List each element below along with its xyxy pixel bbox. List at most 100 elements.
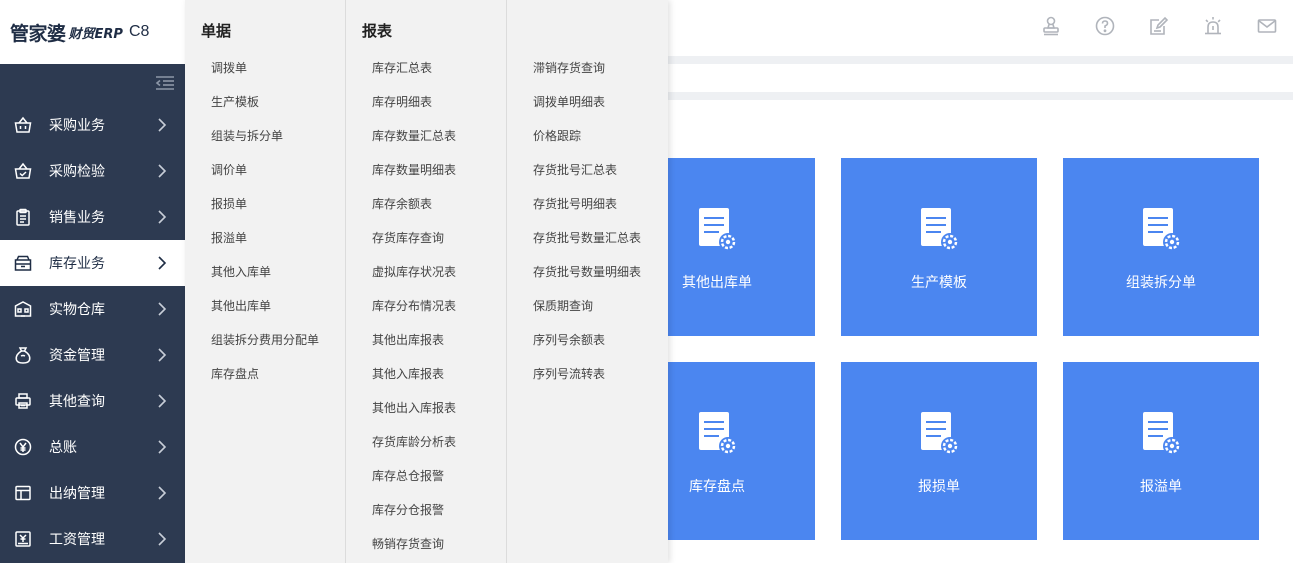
basket-check-icon (14, 162, 32, 180)
menu-link[interactable]: 保质期查询 (507, 289, 668, 323)
sidebar-item-label: 库存业务 (49, 256, 105, 272)
menu-link[interactable]: 虚拟库存状况表 (346, 255, 506, 289)
menu-link[interactable]: 库存总仓报警 (346, 459, 506, 493)
menu-link[interactable]: 其他入库报表 (346, 357, 506, 391)
printer-icon (14, 392, 32, 410)
menu-link[interactable]: 库存数量明细表 (346, 153, 506, 187)
menu-link[interactable]: 生产模板 (185, 85, 345, 119)
menu-link[interactable]: 序列号余额表 (507, 323, 668, 357)
shortcut-tile-label: 报溢单 (1140, 479, 1182, 495)
basket-icon (14, 116, 32, 134)
document-settings-icon (917, 410, 961, 458)
menu-link[interactable]: 其他出入库报表 (346, 391, 506, 425)
menu-link[interactable]: 存货批号汇总表 (507, 153, 668, 187)
sidebar-item[interactable]: 采购检验 (0, 148, 185, 194)
menu-link[interactable]: 畅销存货查询 (346, 527, 506, 561)
menu-link[interactable]: 存货库存查询 (346, 221, 506, 255)
menu-link[interactable]: 存货批号明细表 (507, 187, 668, 221)
sidebar-item[interactable]: 实物仓库 (0, 286, 185, 332)
warehouse-icon (14, 300, 32, 318)
menu-link[interactable]: 组装与拆分单 (185, 119, 345, 153)
menu-link[interactable]: 滞销存货查询 (507, 51, 668, 85)
chevron-right-icon (157, 485, 167, 501)
tabs-bar (668, 64, 1293, 92)
alarm-icon[interactable] (1203, 14, 1223, 38)
shortcut-tile-label: 报损单 (918, 479, 960, 495)
sidebar-item[interactable]: 总账 (0, 424, 185, 470)
sidebar-item-label: 出纳管理 (49, 486, 105, 502)
inventory-icon (14, 254, 32, 272)
menu-link[interactable]: 序列号流转表 (507, 357, 668, 391)
clipboard-icon (14, 208, 32, 226)
sidebar-item[interactable]: 工资管理 (0, 516, 185, 562)
app-root: 管家婆 财贸ERP C8 采购业务采购检验销售业务库存业务实物仓库资金管理其他查… (0, 0, 1293, 563)
logo-version: C8 (128, 23, 150, 40)
menu-link[interactable]: 库存明细表 (346, 85, 506, 119)
sidebar-item[interactable]: 其他查询 (0, 378, 185, 424)
document-settings-icon (1139, 206, 1183, 254)
menu-column-reports-more: 滞销存货查询 调拨单明细表 价格跟踪 存货批号汇总表 存货批号明细表 存货批号数量汇总表存… (507, 0, 668, 563)
help-icon[interactable] (1095, 14, 1115, 38)
chevron-right-icon (157, 255, 167, 271)
sidebar-item-label: 采购检验 (49, 164, 105, 180)
header-toolbar (1041, 14, 1277, 38)
chevron-right-icon (157, 209, 167, 225)
chevron-right-icon (157, 301, 167, 317)
document-settings-icon (917, 206, 961, 254)
chevron-right-icon (157, 163, 167, 179)
shortcut-tile-label: 其他出库单 (682, 275, 752, 291)
menu-link[interactable]: 调拨单 (185, 51, 345, 85)
shortcut-tile[interactable]: 报损单 (841, 362, 1037, 540)
content-divider (668, 56, 1293, 64)
menu-link[interactable]: 其他出库报表 (346, 323, 506, 357)
document-settings-icon (1139, 410, 1183, 458)
sidebar-item-label: 工资管理 (49, 532, 105, 548)
menu-column-documents: 单据 调拨单 生产模板 组装与拆分单 调价单 报损单 报溢单 其他入库单 其他出库单 组装拆分费… (185, 0, 346, 563)
sidebar-item-label: 实物仓库 (49, 302, 105, 318)
shortcut-tile[interactable]: 报溢单 (1063, 362, 1259, 540)
sidebar-item[interactable]: 库存业务 (0, 240, 185, 286)
menu-link[interactable]: 报损单 (185, 187, 345, 221)
sidebar-item[interactable]: 资金管理 (0, 332, 185, 378)
collapse-menu-icon (155, 76, 174, 90)
shortcut-tile[interactable]: 组装拆分单 (1063, 158, 1259, 336)
mail-icon[interactable] (1257, 14, 1277, 38)
menu-link[interactable]: 组装拆分费用分配单 (185, 323, 345, 357)
sidebar-item-label: 其他查询 (49, 394, 105, 410)
menu-link[interactable]: 库存数量汇总表 (346, 119, 506, 153)
menu-link[interactable]: 库存余额表 (346, 187, 506, 221)
menu-column-title: 报表 (362, 22, 393, 40)
stamp-icon[interactable] (1041, 14, 1061, 38)
app-logo[interactable]: 管家婆 财贸ERP C8 (0, 0, 185, 64)
sidebar-collapse-button[interactable] (0, 64, 185, 102)
menu-link[interactable]: 库存分布情况表 (346, 289, 506, 323)
menu-link[interactable]: 调拨单明细表 (507, 85, 668, 119)
menu-link[interactable]: 调价单 (185, 153, 345, 187)
chevron-right-icon (157, 393, 167, 409)
shortcut-tile[interactable]: 生产模板 (841, 158, 1037, 336)
menu-link[interactable]: 库存盘点 (185, 357, 345, 391)
menu-link[interactable]: 其他入库单 (185, 255, 345, 289)
menu-link[interactable]: 存货批号数量汇总表 (507, 221, 668, 255)
chevron-right-icon (157, 439, 167, 455)
sidebar-item[interactable]: 出纳管理 (0, 470, 185, 516)
menu-link[interactable]: 存货库龄分析表 (346, 425, 506, 459)
inventory-dropdown-menu: 单据 调拨单 生产模板 组装与拆分单 调价单 报损单 报溢单 其他入库单 其他出库单 组装拆分费… (185, 0, 668, 563)
sidebar-item[interactable]: 销售业务 (0, 194, 185, 240)
shortcut-tile-label: 组装拆分单 (1126, 275, 1196, 291)
menu-link[interactable]: 其他出库单 (185, 289, 345, 323)
menu-link[interactable]: 存货批号数量明细表 (507, 255, 668, 289)
logo-product: 财贸ERP (68, 26, 123, 42)
chevron-right-icon (157, 117, 167, 133)
edit-icon[interactable] (1149, 14, 1169, 38)
sidebar-item[interactable]: 采购业务 (0, 102, 185, 148)
menu-link[interactable]: 库存汇总表 (346, 51, 506, 85)
document-settings-icon (695, 206, 739, 254)
menu-link[interactable]: 库存分仓报警 (346, 493, 506, 527)
menu-link[interactable]: 报溢单 (185, 221, 345, 255)
menu-link[interactable]: 价格跟踪 (507, 119, 668, 153)
content-divider (668, 92, 1293, 100)
chevron-right-icon (157, 531, 167, 547)
shortcut-tile-label: 生产模板 (911, 275, 967, 291)
yen-icon (14, 438, 32, 456)
